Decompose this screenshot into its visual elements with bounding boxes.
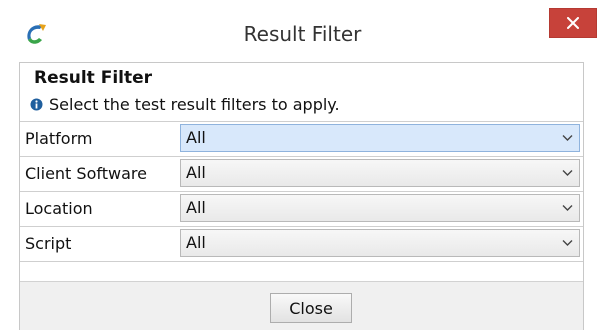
chevron-down-icon [562, 240, 573, 246]
filter-list: Platform All Client Software All Locatio… [20, 121, 583, 262]
filter-row-client-software: Client Software All [20, 156, 583, 191]
script-select-value: All [186, 233, 206, 252]
filter-label-script: Script [25, 234, 72, 253]
filter-row-location: Location All [20, 191, 583, 226]
location-select[interactable]: All [180, 194, 580, 222]
chevron-down-icon [562, 205, 573, 211]
info-message: Select the test result filters to apply. [30, 93, 340, 115]
title-bar: Result Filter [0, 0, 605, 62]
platform-select-value: All [186, 128, 206, 147]
client-software-select-value: All [186, 163, 206, 182]
close-button[interactable]: Close [270, 293, 352, 323]
info-text: Select the test result filters to apply. [49, 94, 340, 114]
window-title: Result Filter [243, 22, 362, 46]
result-filter-window: Result Filter Result Filter Select the t… [0, 0, 605, 334]
chevron-down-icon [562, 135, 573, 141]
filter-dialog: Result Filter Select the test result fil… [19, 62, 584, 330]
dialog-footer: Close [20, 281, 583, 330]
location-select-value: All [186, 198, 206, 217]
close-x-icon [567, 17, 579, 29]
filter-row-platform: Platform All [20, 121, 583, 156]
filter-label-client-software: Client Software [25, 164, 147, 183]
window-close-button[interactable] [549, 8, 597, 38]
client-software-select[interactable]: All [180, 159, 580, 187]
filter-label-platform: Platform [25, 129, 93, 148]
filter-row-script: Script All [20, 226, 583, 262]
dialog-heading: Result Filter [34, 68, 153, 88]
chevron-down-icon [562, 170, 573, 176]
info-icon [30, 98, 43, 110]
filter-label-location: Location [25, 199, 93, 218]
platform-select[interactable]: All [180, 124, 580, 152]
script-select[interactable]: All [180, 229, 580, 257]
